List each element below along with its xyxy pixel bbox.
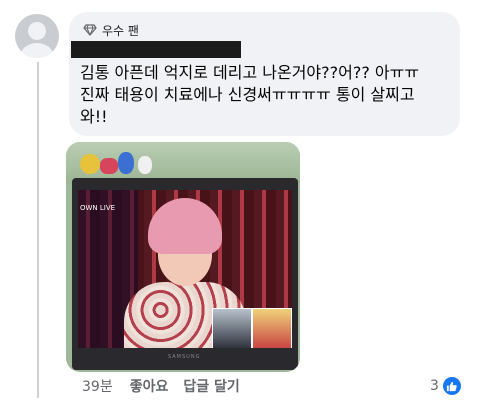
toy-figure [100,158,118,174]
comment-text: 김통 아픈데 억지로 데리고 나온거야??어?? 아ㅠㅠ 진짜 태용이 치료에나… [80,62,452,128]
diamond-icon [83,24,97,36]
screen-overlay-text: OWN LIVE [80,204,116,212]
avatar-body [20,43,54,58]
comment-actions: 39분 좋아요 답글 달기 [82,376,240,396]
thread-line [37,62,39,398]
like-button[interactable]: 좋아요 [130,376,169,396]
thumbs-up-icon [442,377,461,395]
comment-bubble: 우수 팬 김통 아픈데 억지로 데리고 나온거야??어?? 아ㅠㅠ 진짜 태용이… [69,12,460,136]
avatar-head [28,22,46,40]
toy-figure [138,156,152,174]
reaction-summary[interactable]: 3 [430,376,461,396]
comment-photo[interactable]: OWN LIVE SAMSUNG [66,142,300,372]
reply-button[interactable]: 답글 달기 [183,376,239,396]
comment-line: 와!! [80,107,108,126]
toy-figure [118,152,134,174]
author-name-redacted[interactable] [71,41,241,58]
reaction-count: 3 [430,378,439,394]
photocard [252,308,292,348]
laptop-screen: OWN LIVE [78,190,292,348]
comment-line: 진짜 태용이 치료에나 신경써ㅠㅠㅠㅠ 통이 살찌고 [80,85,415,104]
badge-label: 우수 팬 [102,23,139,38]
laptop-brand: SAMSUNG [168,354,201,360]
laptop: OWN LIVE SAMSUNG [72,178,298,370]
toy-figure [80,154,100,174]
top-fan-badge[interactable]: 우수 팬 [83,21,139,39]
comment-timestamp[interactable]: 39분 [82,376,113,396]
photocard [212,308,252,348]
avatar[interactable] [15,14,59,58]
comment-line: 김통 아픈데 억지로 데리고 나온거야??어?? 아ㅠㅠ [80,63,420,82]
